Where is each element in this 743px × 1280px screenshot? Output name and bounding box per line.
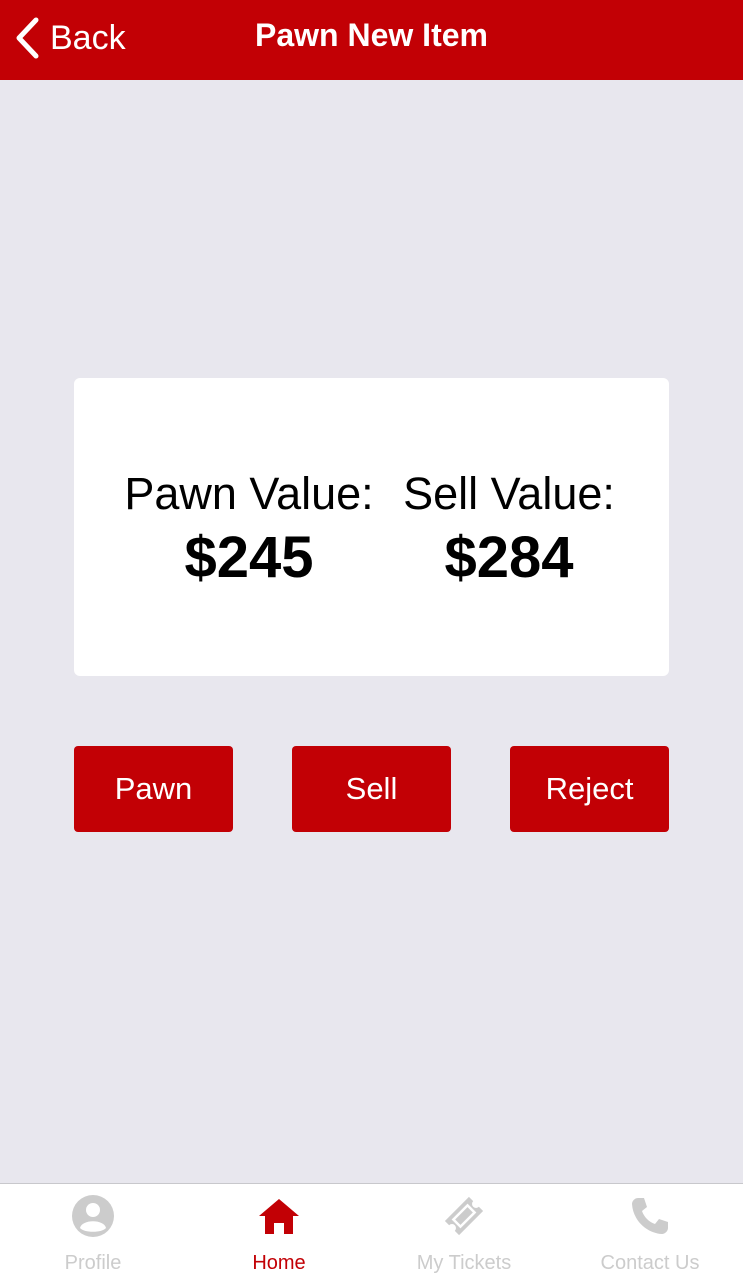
reject-button[interactable]: Reject — [510, 746, 669, 832]
phone-icon — [629, 1194, 671, 1238]
tab-contact-us[interactable]: Contact Us — [557, 1184, 743, 1280]
page-title: Pawn New Item — [255, 17, 488, 53]
sell-value-section: Sell Value: $284 — [364, 466, 654, 592]
profile-icon — [71, 1194, 115, 1238]
tab-my-tickets-label: My Tickets — [416, 1252, 512, 1274]
pawn-value-amount: $245 — [184, 525, 314, 590]
value-card: Pawn Value: $245 Sell Value: $284 — [74, 378, 669, 676]
pawn-button[interactable]: Pawn — [74, 746, 233, 832]
tab-bar: Profile Home My Tickets Contact Us — [0, 1183, 743, 1280]
pawn-value-label: Pawn Value: — [124, 468, 374, 519]
tab-my-tickets[interactable]: My Tickets — [371, 1184, 557, 1280]
tab-profile-label: Profile — [64, 1252, 122, 1274]
tab-profile[interactable]: Profile — [0, 1184, 186, 1280]
tab-contact-us-label: Contact Us — [600, 1252, 700, 1274]
sell-button[interactable]: Sell — [292, 746, 451, 832]
sell-value-label: Sell Value: — [403, 468, 615, 519]
sell-value-amount: $284 — [444, 525, 574, 590]
home-icon — [257, 1194, 301, 1238]
pawn-value-section: Pawn Value: $245 — [104, 466, 394, 592]
tab-home-label: Home — [252, 1252, 306, 1274]
tab-home[interactable]: Home — [186, 1184, 372, 1280]
ticket-icon — [439, 1194, 489, 1238]
navigation-bar: Back Pawn New Item — [0, 0, 743, 80]
